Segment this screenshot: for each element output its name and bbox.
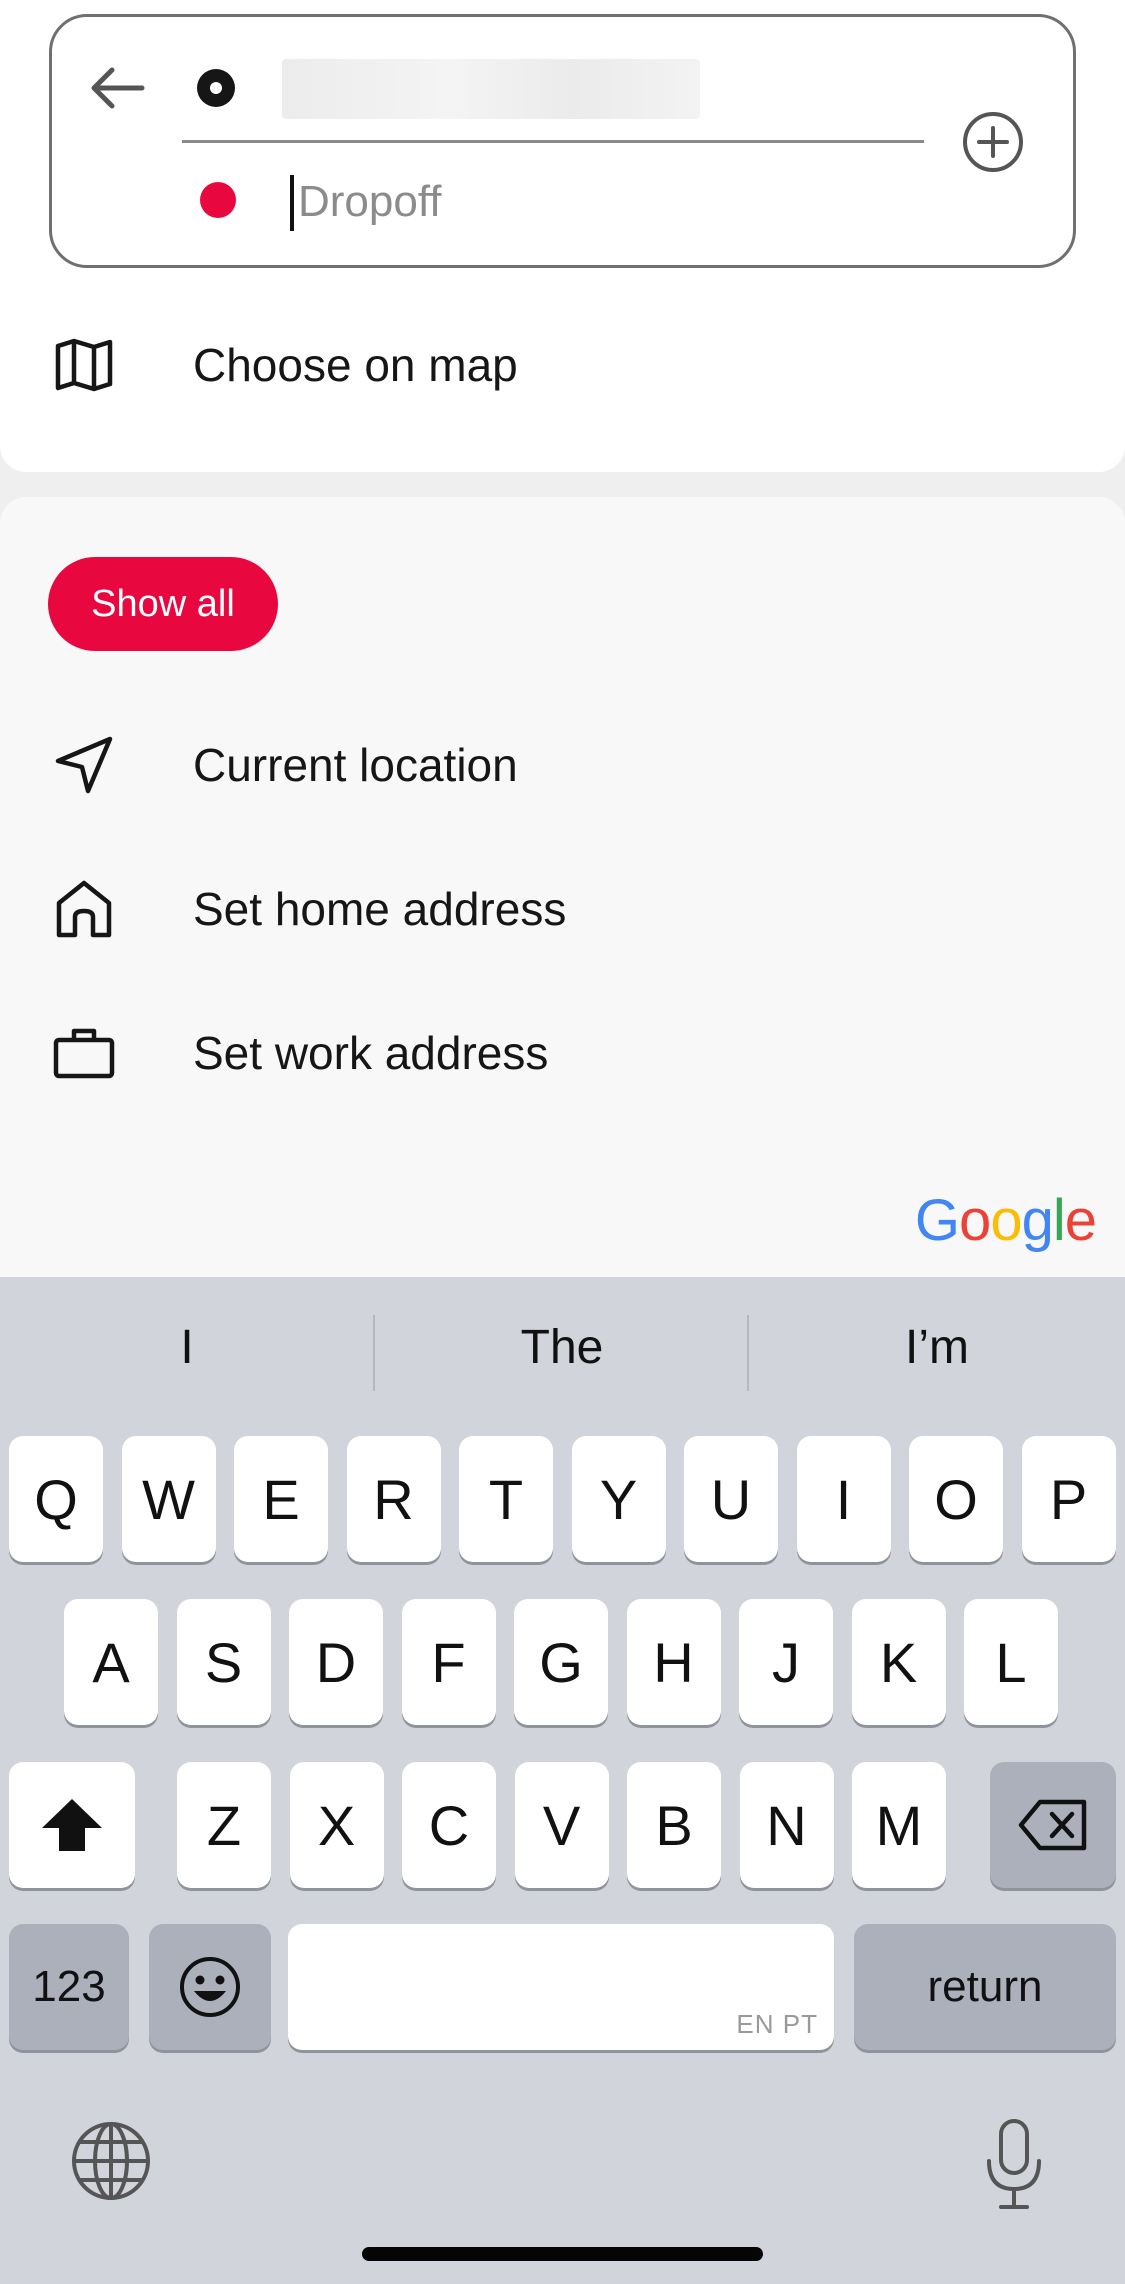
key-q[interactable]: Q — [9, 1436, 103, 1562]
space-key[interactable]: EN PT — [288, 1924, 834, 2050]
show-all-button[interactable]: Show all — [48, 557, 278, 651]
key-r[interactable]: R — [346, 1436, 441, 1562]
delete-key[interactable] — [990, 1762, 1116, 1888]
suggestion-bar: I The I’m — [0, 1277, 1125, 1427]
pickup-marker-icon — [197, 69, 235, 107]
dictation-key[interactable] — [983, 2117, 1045, 2213]
key-k[interactable]: K — [851, 1599, 946, 1725]
key-s[interactable]: S — [176, 1599, 271, 1725]
key-c[interactable]: C — [402, 1762, 496, 1888]
return-key[interactable]: return — [854, 1924, 1116, 2050]
add-stop-button[interactable] — [960, 109, 1026, 175]
key-w[interactable]: W — [121, 1436, 216, 1562]
arrow-left-icon — [91, 67, 145, 109]
emoji-smile-icon — [180, 1957, 240, 2017]
home-address-item[interactable]: Set home address — [0, 859, 1125, 959]
places-card: Show all Current location Set home addre… — [0, 497, 1125, 1277]
key-x[interactable]: X — [289, 1762, 384, 1888]
current-location-item[interactable]: Current location — [0, 715, 1125, 815]
key-i[interactable]: I — [796, 1436, 891, 1562]
route-input-box — [49, 14, 1076, 268]
shift-key[interactable] — [9, 1762, 135, 1888]
input-divider — [182, 140, 924, 143]
key-b[interactable]: B — [627, 1762, 721, 1888]
home-indicator[interactable] — [362, 2247, 763, 2261]
key-a[interactable]: A — [64, 1599, 158, 1725]
key-z[interactable]: Z — [177, 1762, 271, 1888]
globe-icon — [72, 2122, 150, 2200]
pickup-input[interactable] — [282, 59, 700, 119]
shift-arrow-icon — [42, 1799, 102, 1851]
suggestion-2[interactable]: The — [375, 1307, 749, 1387]
key-u[interactable]: U — [684, 1436, 778, 1562]
space-language-label: EN PT — [736, 2009, 818, 2039]
key-g[interactable]: G — [514, 1599, 608, 1725]
current-location-label: Current location — [193, 739, 518, 791]
key-p[interactable]: P — [1021, 1436, 1116, 1562]
home-address-label: Set home address — [193, 883, 567, 935]
emoji-key[interactable] — [149, 1924, 271, 2050]
numbers-key[interactable]: 123 — [9, 1924, 129, 2050]
key-o[interactable]: O — [909, 1436, 1003, 1562]
route-card: Choose on map — [0, 0, 1125, 472]
choose-on-map-label: Choose on map — [193, 339, 518, 391]
dropoff-marker-icon — [200, 182, 236, 218]
back-button[interactable] — [84, 55, 150, 121]
home-icon — [52, 877, 116, 941]
microphone-icon — [987, 2119, 1041, 2209]
key-l[interactable]: L — [964, 1599, 1058, 1725]
key-m[interactable]: M — [852, 1762, 946, 1888]
key-h[interactable]: H — [626, 1599, 721, 1725]
work-address-label: Set work address — [193, 1027, 549, 1079]
key-d[interactable]: D — [289, 1599, 383, 1725]
navigation-arrow-icon — [52, 733, 116, 797]
key-v[interactable]: V — [514, 1762, 609, 1888]
key-y[interactable]: Y — [571, 1436, 666, 1562]
dropoff-input[interactable] — [288, 167, 908, 237]
key-e[interactable]: E — [234, 1436, 328, 1562]
key-j[interactable]: J — [739, 1599, 833, 1725]
key-f[interactable]: F — [401, 1599, 496, 1725]
key-n[interactable]: N — [739, 1762, 834, 1888]
map-icon — [52, 333, 116, 397]
globe-key[interactable] — [70, 2120, 152, 2202]
key-t[interactable]: T — [459, 1436, 553, 1562]
plus-circle-icon — [963, 112, 1023, 172]
backspace-icon — [1018, 1799, 1087, 1851]
suggestion-divider — [747, 1315, 749, 1391]
work-address-item[interactable]: Set work address — [0, 1003, 1125, 1103]
suggestion-1[interactable]: I — [0, 1307, 374, 1387]
google-attribution-logo: Google — [914, 1188, 1097, 1253]
briefcase-icon — [52, 1021, 116, 1085]
keyboard: I The I’m QWERTYUIOP ASDFGHJKL ZXCVBNM 1… — [0, 1277, 1125, 2284]
suggestion-3[interactable]: I’m — [750, 1307, 1124, 1387]
text-cursor — [290, 175, 294, 231]
choose-on-map-item[interactable]: Choose on map — [0, 315, 1125, 415]
